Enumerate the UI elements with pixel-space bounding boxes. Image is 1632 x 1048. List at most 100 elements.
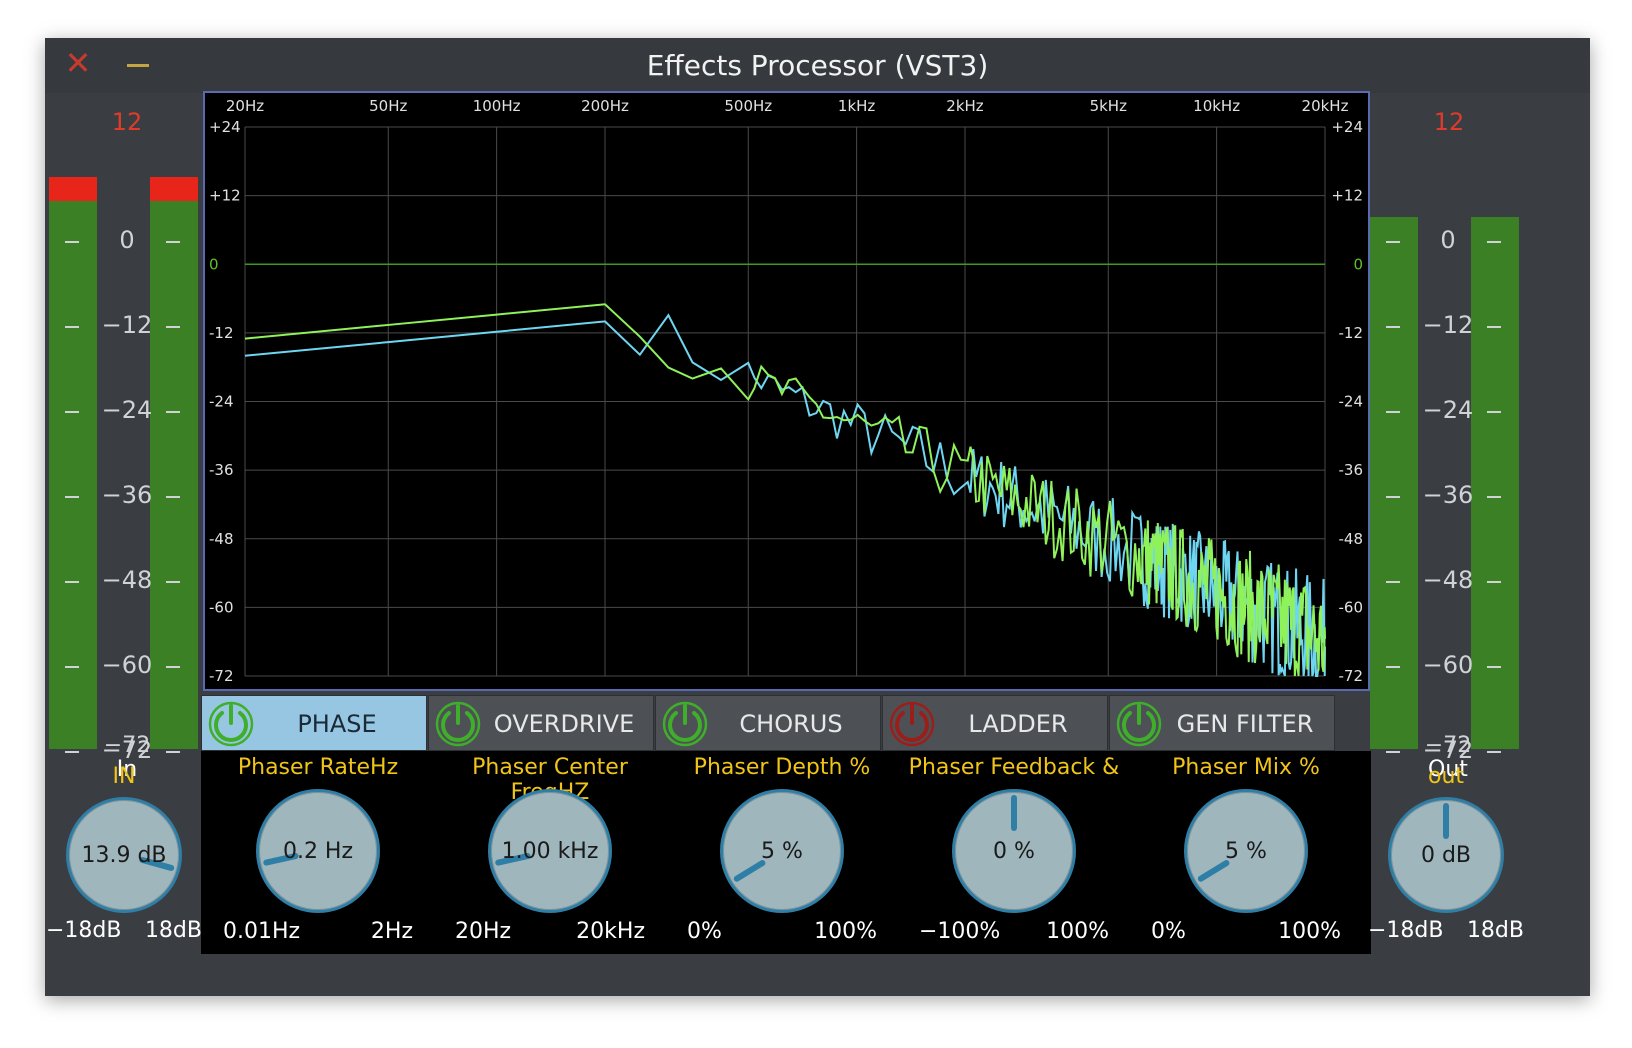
power-icon[interactable]	[208, 701, 254, 747]
db-label-left: +24	[209, 118, 241, 136]
knob-value: 0.2 Hz	[282, 838, 354, 864]
tab-gen-filter[interactable]: GEN FILTER	[1109, 695, 1335, 751]
tab-overdrive[interactable]: OVERDRIVE	[428, 695, 654, 751]
knob-label: Phaser RateHz	[237, 755, 399, 780]
knob-value: 0 %	[993, 838, 1035, 864]
output_meter-scale-label: −12	[1422, 311, 1474, 339]
input_meter-scale-tick	[166, 666, 180, 668]
knob-max-label: 18dB	[1466, 918, 1524, 943]
rotary-knob[interactable]: 0.2 Hz	[256, 789, 380, 913]
input_meter-scale-label: −60	[101, 651, 153, 679]
power-icon[interactable]	[1116, 701, 1162, 747]
output-meter: 12 0 −12 −24 −36 −48 −60 −72 −72 Out	[1370, 93, 1525, 818]
output_meter-scale-tick	[1386, 411, 1400, 413]
knob-min-label: 0.01Hz	[223, 919, 301, 944]
output_meter-scale-tick	[1487, 411, 1501, 413]
db-label-right: -48	[1339, 530, 1364, 548]
input_meter-scale-tick	[166, 496, 180, 498]
rotary-knob[interactable]: 0 %	[952, 789, 1076, 913]
rotary-knob[interactable]: 5 %	[720, 789, 844, 913]
input_meter-scale-label: −36	[101, 481, 153, 509]
db-label-left: -12	[209, 324, 234, 342]
tab-label: LADDER FILTER	[968, 710, 1068, 794]
db-label-right: -36	[1339, 461, 1364, 479]
spectrum-plot: 20Hz 50Hz 100Hz 200Hz 500Hz 1kHz 2kHz 5kHz 10kHz…	[209, 97, 1364, 685]
power-icon[interactable]	[889, 701, 935, 747]
input_meter-clip-indicator	[49, 177, 97, 201]
freq-label: 50Hz	[369, 97, 407, 115]
rotary-knob[interactable]: 0 dB	[1388, 797, 1504, 913]
phaser-controls: Phaser RateHz 0.2 Hz 0.01Hz 2Hz Phaser Cente…	[201, 751, 1371, 954]
output_meter-scale-bottom: −72	[1424, 733, 1472, 758]
output_meter-scale-tick	[1487, 666, 1501, 668]
db-label-right: +24	[1331, 118, 1363, 136]
tab-label: CHORUS	[739, 710, 843, 738]
freq-label: 500Hz	[724, 97, 772, 115]
tab-label: GEN FILTER	[1176, 710, 1314, 738]
knob-label: out	[1427, 764, 1465, 789]
knob-min-label: −100%	[919, 919, 1001, 944]
input-peak-value: 12	[111, 108, 143, 136]
effect-tabs: PHASE OVERDRIVE CHORUS LADDER FILTER GEN FIL…	[201, 695, 1371, 794]
knob-min-label: 0%	[1151, 919, 1186, 944]
input_meter-scale-tick	[166, 241, 180, 243]
db-label-left: -60	[209, 598, 234, 616]
power-icon[interactable]	[435, 701, 481, 747]
knob-max-label: 20kHz	[576, 919, 645, 944]
rotary-knob[interactable]: 13.9 dB	[66, 797, 182, 913]
knob-value: 13.9 dB	[81, 842, 167, 868]
input_meter-scale-tick	[166, 326, 180, 328]
db-label-right: -12	[1339, 324, 1364, 342]
power-icon[interactable]	[662, 701, 708, 747]
tab-phase[interactable]: PHASE	[201, 695, 427, 751]
freq-label: 20kHz	[1302, 97, 1349, 115]
knob-max-label: 2Hz	[370, 919, 413, 944]
input_meter-scale-label: −48	[101, 566, 153, 594]
output_meter-scale-tick	[1386, 496, 1400, 498]
knob-max-label: 18dB	[144, 918, 202, 943]
knob-label: Phaser Mix %	[1172, 755, 1320, 780]
tab-label: OVERDRIVE	[493, 710, 635, 738]
freq-label: 10kHz	[1193, 97, 1240, 115]
output_meter-scale-tick	[1386, 581, 1400, 583]
input_meter-scale-tick	[65, 496, 79, 498]
db-label-left: -36	[209, 461, 234, 479]
output_meter-scale-tick	[1386, 326, 1400, 328]
freq-label: 20Hz	[226, 97, 264, 115]
freq-label: 200Hz	[581, 97, 629, 115]
knob-max-label: 100%	[814, 919, 877, 944]
input_meter-scale-label: −24	[101, 396, 153, 424]
knob-min-label: −18dB	[1368, 918, 1444, 943]
title-bar: ✕ Effects Processor (VST3)	[45, 38, 1590, 93]
output_meter-scale-tick	[1386, 241, 1400, 243]
input_meter-scale-tick	[65, 411, 79, 413]
knob-label: Phaser Feedback &	[908, 755, 1120, 780]
output_meter-scale-label: −48	[1422, 566, 1474, 594]
rotary-knob[interactable]: 1.00 kHz	[488, 789, 612, 913]
knob-value: 5 %	[761, 838, 803, 864]
output_meter-scale-tick	[1487, 751, 1501, 753]
freq-label: 2kHz	[946, 97, 984, 115]
tab-ladder-filter[interactable]: LADDER FILTER	[882, 695, 1108, 794]
output_meter-scale-label: 0	[1440, 226, 1456, 254]
freq-label: 100Hz	[473, 97, 521, 115]
rotary-knob[interactable]: 5 %	[1184, 789, 1308, 913]
output_meter-scale-tick	[1487, 326, 1501, 328]
input_meter-clip-indicator	[150, 177, 198, 201]
knob-min-label: 20Hz	[455, 919, 512, 944]
tab-label: PHASE	[297, 710, 377, 738]
input_meter-scale-label: −12	[101, 311, 153, 339]
input_meter-scale-tick	[166, 411, 180, 413]
output_meter-scale-tick	[1386, 751, 1400, 753]
input_meter-scale-tick	[65, 581, 79, 583]
knob-label: IN	[112, 764, 136, 789]
spectrum-trace-b	[244, 303, 1326, 677]
freq-label: 1kHz	[838, 97, 876, 115]
knob-value: 1.00 kHz	[501, 838, 599, 864]
input_meter-scale-tick	[65, 751, 79, 753]
output-peak-value: 12	[1433, 108, 1465, 136]
tab-chorus[interactable]: CHORUS	[655, 695, 881, 751]
output_meter-scale-tick	[1386, 666, 1400, 668]
db-label-left: -72	[209, 667, 234, 685]
knob-label: Phaser Depth %	[693, 755, 871, 780]
